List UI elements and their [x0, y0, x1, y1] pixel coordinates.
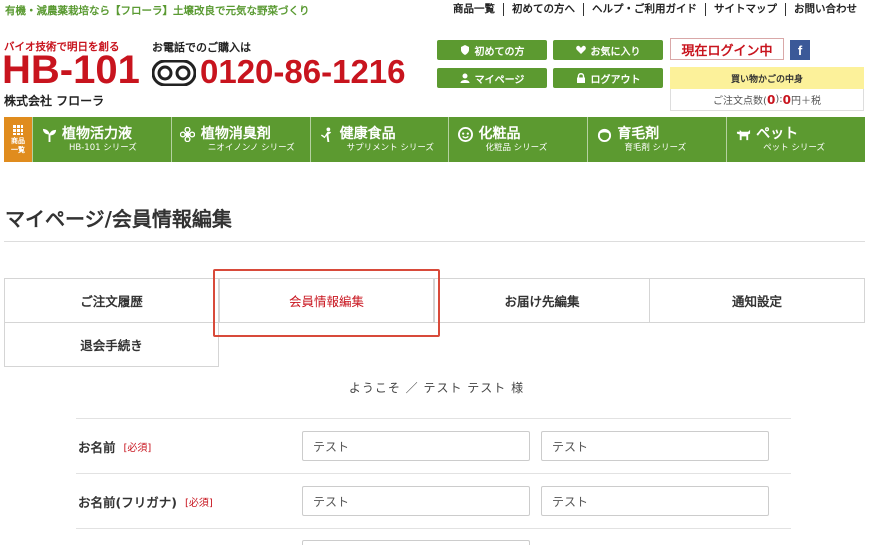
logout-button[interactable]: ログアウト — [553, 68, 663, 88]
cart-separator: ): — [775, 94, 783, 105]
field-label-text: お名前 — [78, 440, 116, 455]
form-divider — [76, 528, 791, 529]
nav-item-subtitle: ペット シリーズ — [763, 143, 825, 153]
menu-label-line2: 一覧 — [11, 145, 25, 154]
login-status: 現在ログイン中 — [670, 38, 784, 60]
nav-item-subtitle: 育毛剤 シリーズ — [624, 143, 687, 153]
logo[interactable]: HB-101 — [2, 48, 140, 92]
nav-item-title: 育毛剤 — [617, 126, 660, 142]
page-title: マイページ/会員情報編集 — [5, 207, 232, 231]
name-kana-field-label: お名前(フリガナ) [必須] — [78, 492, 213, 511]
next-field-input[interactable] — [302, 540, 530, 545]
first-time-label: 初めての方 — [474, 46, 525, 58]
site-tagline: 有機・減農薬栽培なら【フローラ】土壌改良で元気な野菜づくり — [5, 5, 310, 17]
top-nav: 商品一覧 初めての方へ ヘルプ・ご利用ガイド サイトマップ お問い合わせ — [445, 3, 865, 16]
top-link-sitemap[interactable]: サイトマップ — [705, 3, 785, 16]
title-divider — [4, 241, 865, 242]
top-link-products[interactable]: 商品一覧 — [445, 3, 503, 16]
first-time-button[interactable]: 初めての方 — [437, 40, 547, 60]
dog-icon — [735, 126, 751, 142]
tab-delivery-address-edit[interactable]: お届け先編集 — [434, 278, 650, 323]
flower-icon — [180, 126, 196, 142]
mypage-label: マイページ — [474, 74, 525, 86]
logout-label: ログアウト — [590, 74, 641, 86]
nav-item-subtitle: 化粧品 シリーズ — [485, 143, 548, 153]
favorites-label: お気に入り — [590, 46, 641, 58]
mypage-button[interactable]: マイページ — [437, 68, 547, 88]
name-field-label: お名前 [必須] — [78, 437, 151, 456]
cart-title[interactable]: 買い物かごの中身 — [670, 67, 864, 89]
form-divider — [76, 418, 791, 419]
company-name: 株式会社 フローラ — [4, 94, 105, 108]
last-name-input[interactable] — [302, 431, 530, 461]
phone-number[interactable]: 0120-86-1216 — [200, 52, 406, 92]
nav-item-title: 化粧品 — [478, 126, 521, 142]
nav-item-plant-vitalizer[interactable]: 植物活力液 HB-101 シリーズ — [32, 117, 171, 162]
nav-item-health-food[interactable]: 健康食品 サプリメント シリーズ — [309, 117, 449, 162]
required-badge: [必須] — [123, 443, 152, 454]
nav-item-title: 植物消臭剤 — [200, 126, 271, 142]
lock-icon — [576, 73, 585, 83]
nav-item-pet[interactable]: ペット ペット シリーズ — [726, 117, 865, 162]
shield-icon — [460, 45, 469, 55]
tab-notification-settings[interactable]: 通知設定 — [649, 278, 865, 323]
nav-item-deodorizer[interactable]: 植物消臭剤 ニオイノンノ シリーズ — [170, 117, 310, 162]
tab-withdrawal[interactable]: 退会手続き — [4, 322, 219, 367]
cart-summary: ご注文点数( 0 ): 0 円＋税 — [670, 89, 864, 111]
heart-icon — [575, 45, 586, 54]
nav-item-hair-growth[interactable]: 育毛剤 育毛剤 シリーズ — [587, 117, 726, 162]
product-list-menu-button[interactable]: 商品 一覧 — [4, 117, 32, 162]
top-link-contact[interactable]: お問い合わせ — [785, 3, 865, 16]
user-icon — [460, 73, 470, 83]
nav-item-subtitle: ニオイノンノ シリーズ — [207, 143, 295, 153]
required-badge: [必須] — [184, 498, 213, 509]
field-label-text: お名前(フリガナ) — [78, 495, 177, 510]
grid-icon — [13, 124, 23, 135]
first-name-kana-input[interactable] — [541, 486, 769, 516]
last-name-kana-input[interactable] — [302, 486, 530, 516]
form-divider — [76, 473, 791, 474]
first-name-input[interactable] — [541, 431, 769, 461]
free-dial-icon — [152, 60, 196, 86]
cart-amount-suffix: 円＋税 — [790, 96, 821, 107]
nav-item-title: 健康食品 — [339, 126, 396, 142]
welcome-message: ようこそ ／ テスト テスト 様 — [348, 381, 525, 395]
nav-item-subtitle: サプリメント シリーズ — [346, 143, 434, 153]
top-link-help[interactable]: ヘルプ・ご利用ガイド — [583, 3, 705, 16]
cart-count-label: ご注文点数( — [713, 96, 767, 107]
nav-item-subtitle: HB-101 シリーズ — [69, 143, 137, 153]
face-icon — [457, 126, 473, 142]
cart-count: 0 — [766, 92, 776, 107]
top-link-first-time[interactable]: 初めての方へ — [503, 3, 583, 16]
menu-label-line1: 商品 — [11, 136, 25, 145]
facebook-icon[interactable]: f — [790, 40, 810, 60]
favorites-button[interactable]: お気に入り — [553, 40, 663, 60]
category-nav: 商品 一覧 植物活力液 HB-101 シリーズ 植物消臭剤 ニオイノンノ シリー… — [4, 117, 865, 162]
nav-item-title: 植物活力液 — [62, 126, 132, 142]
nav-item-title: ペット — [756, 126, 799, 142]
tab-member-info-edit[interactable]: 会員情報編集 — [219, 278, 434, 323]
nav-item-cosmetics[interactable]: 化粧品 化粧品 シリーズ — [448, 117, 587, 162]
hair-icon — [596, 126, 612, 142]
tab-order-history[interactable]: ご注文履歴 — [4, 278, 219, 323]
cart-amount: 0 — [782, 92, 791, 107]
sprout-icon — [41, 126, 57, 142]
person-icon — [319, 126, 335, 142]
